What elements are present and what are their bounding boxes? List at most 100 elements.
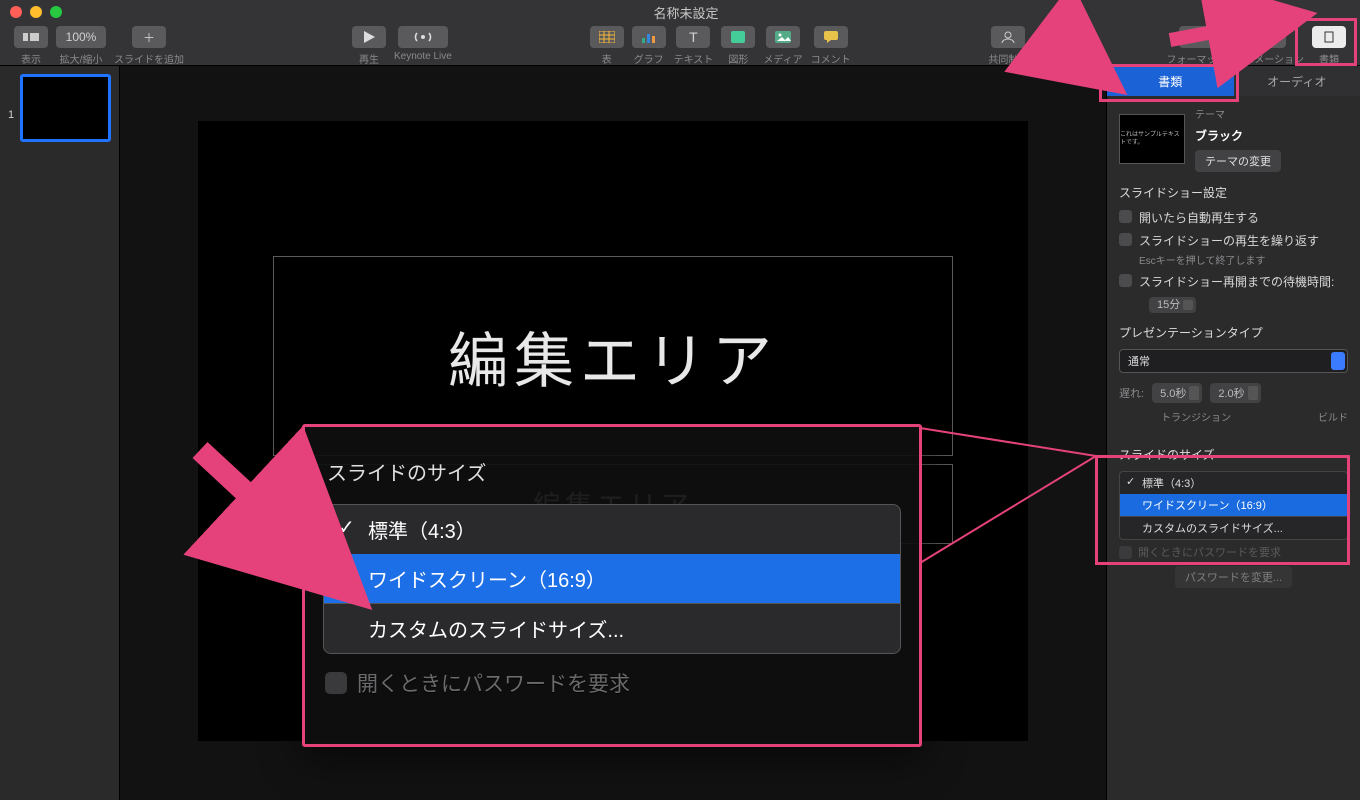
play-icon	[363, 31, 375, 43]
text-label: テキスト	[674, 51, 714, 66]
comment-button[interactable]	[814, 26, 848, 48]
idle-label: スライドショー再開までの待機時間:	[1139, 273, 1334, 290]
text-button[interactable]: T	[676, 26, 710, 48]
tab-audio-label: オーディオ	[1267, 73, 1326, 90]
format-tool: フォーマット	[1166, 26, 1226, 66]
brush-icon	[1189, 31, 1203, 43]
slide-size-std-label: 標準（4:3）	[1142, 478, 1201, 490]
add-slide-button[interactable]: ＋	[132, 26, 166, 48]
chart-label: グラフ	[634, 51, 664, 66]
shape-icon	[731, 31, 745, 43]
theme-label: テーマ	[1195, 106, 1281, 121]
popup-option-standard[interactable]: 標準（4:3）	[324, 505, 900, 554]
zoom-button[interactable]: 100%	[56, 26, 106, 48]
slide-size-dropdown-open[interactable]: 標準（4:3） ワイドスクリーン（16:9） カスタムのスライドサイズ...	[1119, 471, 1348, 540]
media-label: メディア	[763, 51, 802, 66]
comment-tool: コメント	[811, 26, 851, 66]
document-label-tb: 書類	[1319, 51, 1339, 66]
popup-option-wide[interactable]: ワイドスクリーン（16:9）	[324, 554, 900, 603]
close-window-icon[interactable]	[10, 6, 22, 18]
table-tool: 表	[590, 26, 624, 66]
popup-title: スライドのサイズ	[327, 457, 897, 486]
autoplay-checkbox[interactable]	[1119, 210, 1132, 223]
comment-icon	[824, 31, 838, 43]
tab-document[interactable]: 書類	[1107, 66, 1234, 96]
zoom-value: 100%	[66, 30, 97, 44]
collab-button[interactable]	[991, 26, 1025, 48]
table-button[interactable]	[590, 26, 624, 48]
table-icon	[599, 31, 615, 43]
window-titlebar: 名称未設定	[0, 0, 1360, 24]
add-slide-label: スライドを追加	[114, 51, 184, 66]
loop-checkbox[interactable]	[1119, 233, 1132, 246]
format-label: フォーマット	[1166, 51, 1226, 66]
popup-option-custom[interactable]: カスタムのスライドサイズ...	[324, 603, 900, 653]
popup-password-label: 開くときにパスワードを要求	[357, 668, 630, 698]
change-password-button[interactable]: パスワードを変更...	[1175, 566, 1292, 588]
document-tool: 書類	[1312, 26, 1346, 66]
slide-thumbnail-1[interactable]	[20, 74, 111, 142]
view-tool: 表示	[14, 26, 48, 66]
tab-document-label: 書類	[1158, 73, 1182, 90]
shape-button[interactable]	[721, 26, 755, 48]
media-button[interactable]	[766, 26, 800, 48]
view-icon	[23, 32, 39, 42]
fullscreen-window-icon[interactable]	[50, 6, 62, 18]
animate-button[interactable]	[1252, 26, 1286, 48]
view-label: 表示	[21, 51, 41, 66]
slide-size-popup-zoom: スライドのサイズ 標準（4:3） ワイドスクリーン（16:9） カスタムのスライ…	[302, 424, 922, 747]
presentation-type-value: 通常	[1128, 356, 1150, 368]
build-delay-value: 2.0秒	[1218, 388, 1244, 400]
inspector-tabs: 書類 オーディオ	[1107, 66, 1360, 96]
autoplay-label: 開いたら自動再生する	[1139, 209, 1259, 226]
main-toolbar: 表示 100% 拡大/縮小 ＋ スライドを追加 再生 Keynote Live	[0, 24, 1360, 66]
keynote-live-button[interactable]	[398, 26, 448, 48]
animate-label: アニメーション	[1234, 51, 1304, 66]
change-theme-label: テーマの変更	[1205, 156, 1271, 168]
slide-size-wide-label: ワイドスクリーン（16:9）	[1142, 500, 1273, 512]
collab-tool: 共同制作	[988, 26, 1028, 66]
change-theme-button[interactable]: テーマの変更	[1195, 150, 1281, 172]
zoom-tool: 100% 拡大/縮小	[56, 26, 106, 66]
presentation-type-heading: プレゼンテーションタイプ	[1119, 324, 1348, 341]
animate-icon	[1262, 31, 1276, 43]
text-tool: T テキスト	[674, 26, 714, 66]
loop-label: スライドショーの再生を繰り返す	[1139, 232, 1319, 249]
slide-size-option-standard[interactable]: 標準（4:3）	[1120, 472, 1347, 494]
play-tool: 再生	[352, 26, 386, 66]
keynote-live-label: Keynote Live	[394, 51, 452, 62]
add-slide-tool: ＋ スライドを追加	[114, 26, 184, 66]
change-password-label: パスワードを変更...	[1185, 572, 1282, 584]
tab-audio[interactable]: オーディオ	[1234, 66, 1360, 96]
idle-time-stepper[interactable]: 15分	[1149, 297, 1196, 313]
presentation-type-dropdown[interactable]: 通常	[1119, 349, 1348, 373]
inspector-panel: 書類 オーディオ これはサンプルテキストです。 テーマ ブラック テーマの変更 …	[1106, 66, 1360, 800]
theme-thumbnail: これはサンプルテキストです。	[1119, 114, 1185, 164]
password-label-obscured: 開くときにパスワードを要求	[1138, 544, 1281, 560]
slide-size-heading: スライドのサイズ	[1119, 446, 1348, 463]
minimize-window-icon[interactable]	[30, 6, 42, 18]
play-button[interactable]	[352, 26, 386, 48]
password-checkbox-obscured[interactable]	[1119, 546, 1132, 559]
format-button[interactable]	[1179, 26, 1213, 48]
slideshow-settings-heading: スライドショー設定	[1119, 184, 1348, 201]
transition-delay-value: 5.0秒	[1160, 388, 1186, 400]
document-title: 名称未設定	[62, 3, 1310, 22]
popup-wide-label: ワイドスクリーン（16:9）	[368, 570, 606, 592]
popup-std-label: 標準（4:3）	[368, 521, 476, 543]
slide-size-custom-label: カスタムのスライドサイズ...	[1142, 523, 1283, 535]
slide-navigator: 1	[0, 66, 120, 800]
build-delay-stepper[interactable]: 2.0秒	[1210, 383, 1260, 403]
slide-size-option-custom[interactable]: カスタムのスライドサイズ...	[1120, 516, 1347, 539]
chart-button[interactable]	[632, 26, 666, 48]
document-button[interactable]	[1312, 26, 1346, 48]
view-button[interactable]	[14, 26, 48, 48]
slide-size-option-wide[interactable]: ワイドスクリーン（16:9）	[1120, 494, 1347, 516]
transition-col-label: トランジション	[1161, 409, 1231, 424]
theme-name: ブラック	[1195, 127, 1281, 144]
popup-slide-size-list: 標準（4:3） ワイドスクリーン（16:9） カスタムのスライドサイズ...	[323, 504, 901, 654]
title-placeholder-text: 編集エリア	[448, 313, 778, 400]
transition-delay-stepper[interactable]: 5.0秒	[1152, 383, 1202, 403]
keynote-live-tool: Keynote Live	[394, 26, 452, 62]
idle-checkbox[interactable]	[1119, 274, 1132, 287]
